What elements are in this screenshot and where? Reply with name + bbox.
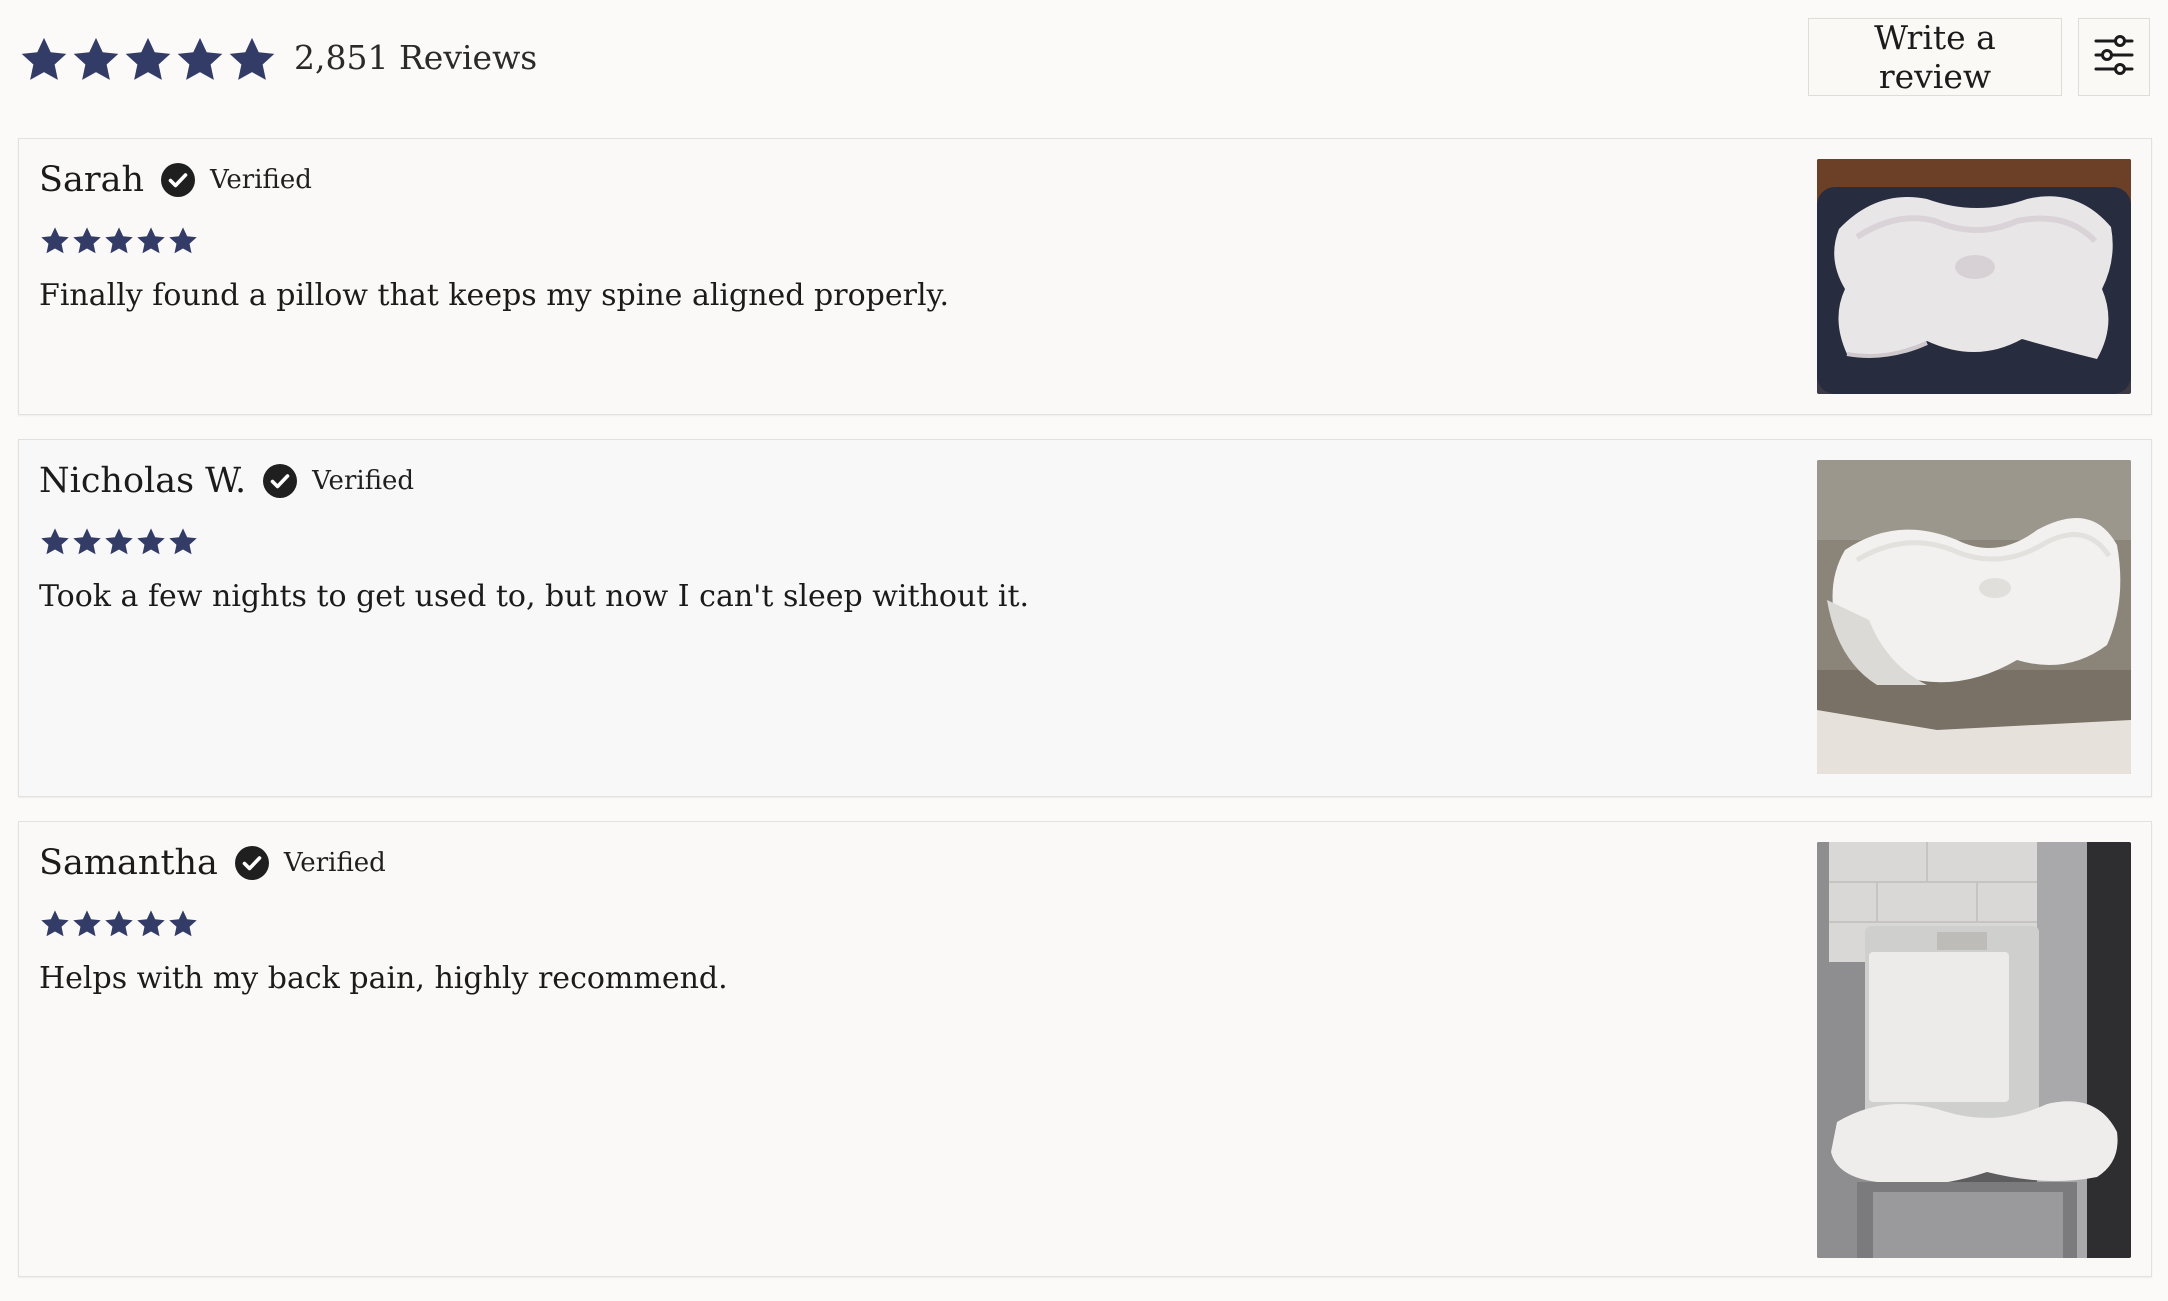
- star-icon: [167, 908, 199, 940]
- review-card: Nicholas W. Verified Took a few nights t…: [18, 439, 2152, 797]
- review-rating-stars: [39, 225, 199, 257]
- reviewer-row: Sarah Verified: [39, 157, 312, 203]
- verified-label: Verified: [283, 848, 386, 878]
- star-icon: [103, 526, 135, 558]
- star-icon: [103, 225, 135, 257]
- review-card: Samantha Verified Helps with my back pai…: [18, 821, 2152, 1277]
- review-body: Finally found a pillow that keeps my spi…: [39, 278, 950, 313]
- star-icon: [70, 34, 122, 86]
- star-icon: [71, 526, 103, 558]
- star-icon: [122, 34, 174, 86]
- star-icon: [135, 225, 167, 257]
- verified-label: Verified: [312, 466, 415, 496]
- star-icon: [71, 908, 103, 940]
- verified-check-icon: [234, 845, 270, 881]
- review-rating-stars: [39, 526, 199, 558]
- review-card: Sarah Verified Finally found a pillow th…: [18, 138, 2152, 415]
- reviewer-row: Samantha Verified: [39, 840, 386, 886]
- star-icon: [167, 225, 199, 257]
- star-icon: [135, 908, 167, 940]
- star-icon: [39, 526, 71, 558]
- review-photo[interactable]: [1817, 460, 2131, 774]
- reviewer-row: Nicholas W. Verified: [39, 458, 414, 504]
- star-icon: [167, 526, 199, 558]
- review-body: Took a few nights to get used to, but no…: [39, 579, 1030, 614]
- review-list: Sarah Verified Finally found a pillow th…: [18, 138, 2152, 1301]
- star-icon: [226, 34, 278, 86]
- star-icon: [174, 34, 226, 86]
- star-icon: [71, 225, 103, 257]
- star-icon: [18, 34, 70, 86]
- reviewer-name: Nicholas W.: [39, 461, 247, 501]
- verified-check-icon: [262, 463, 298, 499]
- summary-rating-stars: [18, 34, 278, 86]
- verified-check-icon: [160, 162, 196, 198]
- review-rating-stars: [39, 908, 199, 940]
- star-icon: [103, 908, 135, 940]
- review-body: Helps with my back pain, highly recommen…: [39, 961, 728, 996]
- review-photo[interactable]: [1817, 159, 2131, 394]
- filter-button[interactable]: [2078, 18, 2150, 96]
- reviewer-name: Sarah: [39, 160, 144, 200]
- reviewer-name: Samantha: [39, 843, 218, 883]
- reviews-header: 2,851 Reviews Write a review: [18, 18, 2150, 98]
- star-icon: [135, 526, 167, 558]
- review-photo[interactable]: [1817, 842, 2131, 1258]
- write-review-button[interactable]: Write a review: [1808, 18, 2062, 96]
- verified-label: Verified: [209, 165, 312, 195]
- star-icon: [39, 908, 71, 940]
- sliders-icon: [2092, 33, 2136, 81]
- star-icon: [39, 225, 71, 257]
- reviews-count: 2,851 Reviews: [294, 38, 538, 77]
